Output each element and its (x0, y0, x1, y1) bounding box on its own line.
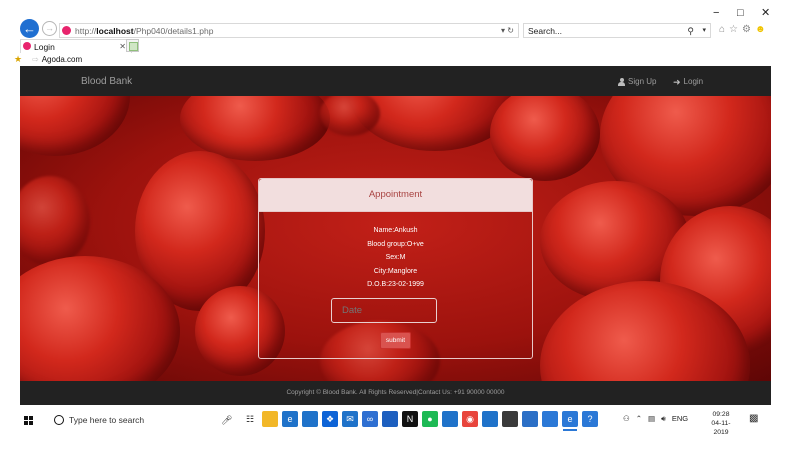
blood-cell-image (20, 96, 130, 156)
appointment-panel: Appointment Name:Ankush Blood group:O+ve… (258, 178, 533, 359)
sign-up-label: Sign Up (628, 77, 657, 86)
calendar-icon[interactable] (522, 411, 538, 427)
favorite-link-agoda[interactable]: ⇨ Agoda.com (32, 54, 82, 65)
user-icon (618, 78, 625, 86)
windows-taskbar: Type here to search 🎤︎ ☷ e ❖ ✉ ∞ N ● ◉ e? ⚇ ⌃ ▤ … (0, 405, 791, 437)
microphone-icon[interactable]: 🎤︎ (221, 414, 232, 426)
login-link[interactable]: ➜ Login (673, 77, 703, 87)
favorites-icon[interactable]: ★ (14, 54, 22, 65)
cortana-icon (54, 415, 64, 425)
appointment-title: Appointment (368, 189, 423, 200)
windows-start-icon[interactable] (24, 416, 33, 425)
feedback-smiley-icon[interactable]: ☻ (755, 22, 766, 37)
patient-blood-group: Blood group:O+ve (367, 240, 424, 248)
browser-toolbar-icons: ⌂ ☆ ⚙ ☻ (719, 22, 783, 37)
patient-city: City:Manglore (373, 267, 418, 275)
home-icon[interactable]: ⌂ (719, 22, 725, 37)
new-tab-icon[interactable] (126, 39, 139, 52)
clock-time: 09:28 (712, 411, 730, 418)
search-icon[interactable]: ⚲ (687, 25, 694, 37)
3d-icon[interactable] (482, 411, 498, 427)
site-navbar: Blood Bank Sign Up ➜ Login (20, 66, 771, 96)
brand-link[interactable]: Blood Bank (81, 76, 132, 88)
paint-icon[interactable] (542, 411, 558, 427)
taskbar-search-box[interactable]: Type here to search 🎤︎ (46, 408, 236, 432)
photos-icon[interactable] (442, 411, 458, 427)
clock-date: 04-11-2019 (711, 420, 731, 436)
language-indicator[interactable]: ENG (672, 413, 688, 425)
volume-icon[interactable]: 🔊︎ (661, 413, 666, 425)
chevron-up-icon[interactable]: ⌃ (636, 413, 642, 425)
ie-icon[interactable]: e (562, 411, 578, 431)
submit-button[interactable]: submit (380, 331, 411, 349)
web-page: Blood Bank Sign Up ➜ Login Appointment N… (20, 66, 771, 405)
spotify-icon[interactable]: ● (422, 411, 438, 427)
appointment-header: Appointment (259, 179, 532, 212)
patient-sex: Sex:M (385, 254, 406, 262)
search-placeholder: Search... (528, 26, 563, 36)
network-icon[interactable]: ▤ (648, 413, 655, 425)
back-icon[interactable]: ← (20, 19, 39, 38)
browser-chrome: ← → http://localhost/Php040/details1.php… (0, 0, 791, 66)
blood-cell-image (20, 176, 90, 266)
system-clock[interactable]: 09:28 04-11-2019 (704, 410, 738, 437)
date-input[interactable] (331, 297, 437, 323)
people-icon[interactable]: ⚇ (623, 413, 630, 425)
refresh-icon[interactable]: ▾ ↻ (501, 25, 514, 37)
close-button[interactable]: ✕ (761, 8, 770, 19)
store-icon[interactable] (302, 411, 318, 427)
help-icon[interactable]: ? (582, 411, 598, 427)
file-explorer-icon[interactable] (262, 411, 278, 427)
tab-login[interactable]: Login ✕ (20, 39, 132, 53)
sticky-icon[interactable] (502, 411, 518, 427)
blood-cells-background: Appointment Name:Ankush Blood group:O+ve… (20, 96, 771, 381)
favorites-bar: ★ ⇨ Agoda.com (0, 53, 791, 66)
mail-icon[interactable]: ✉ (342, 411, 358, 427)
footer-text: Copyright © Blood Bank. All Rights Reser… (286, 389, 505, 396)
minimize-button[interactable]: − (713, 8, 719, 19)
address-bar[interactable]: http://localhost/Php040/details1.php ▾ ↻ (59, 23, 519, 38)
netflix-icon[interactable]: N (402, 411, 418, 427)
maximize-button[interactable]: □ (737, 8, 744, 19)
infinity-icon[interactable]: ∞ (362, 411, 378, 427)
sign-up-link[interactable]: Sign Up (618, 77, 656, 87)
close-icon[interactable]: ✕ (119, 41, 126, 53)
forward-icon[interactable]: → (42, 21, 57, 36)
url-text: http://localhost/Php040/details1.php (75, 26, 214, 36)
taskbar-apps: ☷ e ❖ ✉ ∞ N ● ◉ e? (242, 411, 598, 431)
patient-name: Name:Ankush (373, 227, 418, 234)
tab-favicon-icon (23, 42, 31, 50)
notification-icon[interactable]: ▩ (749, 413, 758, 425)
inbox-icon[interactable] (382, 411, 398, 427)
dropbox-icon[interactable]: ❖ (322, 411, 338, 427)
login-label: Login (683, 77, 704, 86)
tab-label: Login (34, 42, 55, 52)
edge-icon[interactable]: e (282, 411, 298, 427)
site-footer: Copyright © Blood Bank. All Rights Reser… (20, 381, 771, 405)
browser-search-input[interactable]: Search... ⚲ ▾ (523, 23, 711, 38)
site-favicon-icon (62, 26, 71, 35)
favorites-star-icon[interactable]: ☆ (729, 22, 738, 37)
patient-dob: D.O.B:23-02-1999 (367, 281, 424, 289)
task-view-icon[interactable]: ☷ (242, 411, 258, 427)
login-icon: ➜ (673, 77, 681, 87)
blood-cell-image (490, 96, 600, 181)
settings-gear-icon[interactable]: ⚙ (742, 22, 751, 37)
chevron-down-icon[interactable]: ▾ (702, 25, 706, 37)
system-tray: ⚇ ⌃ ▤ 🔊︎ ENG (623, 413, 688, 425)
appointment-body: Name:Ankush Blood group:O+ve Sex:M City:… (259, 212, 532, 349)
taskbar-search-placeholder: Type here to search (69, 415, 145, 425)
chrome-icon[interactable]: ◉ (462, 411, 478, 427)
